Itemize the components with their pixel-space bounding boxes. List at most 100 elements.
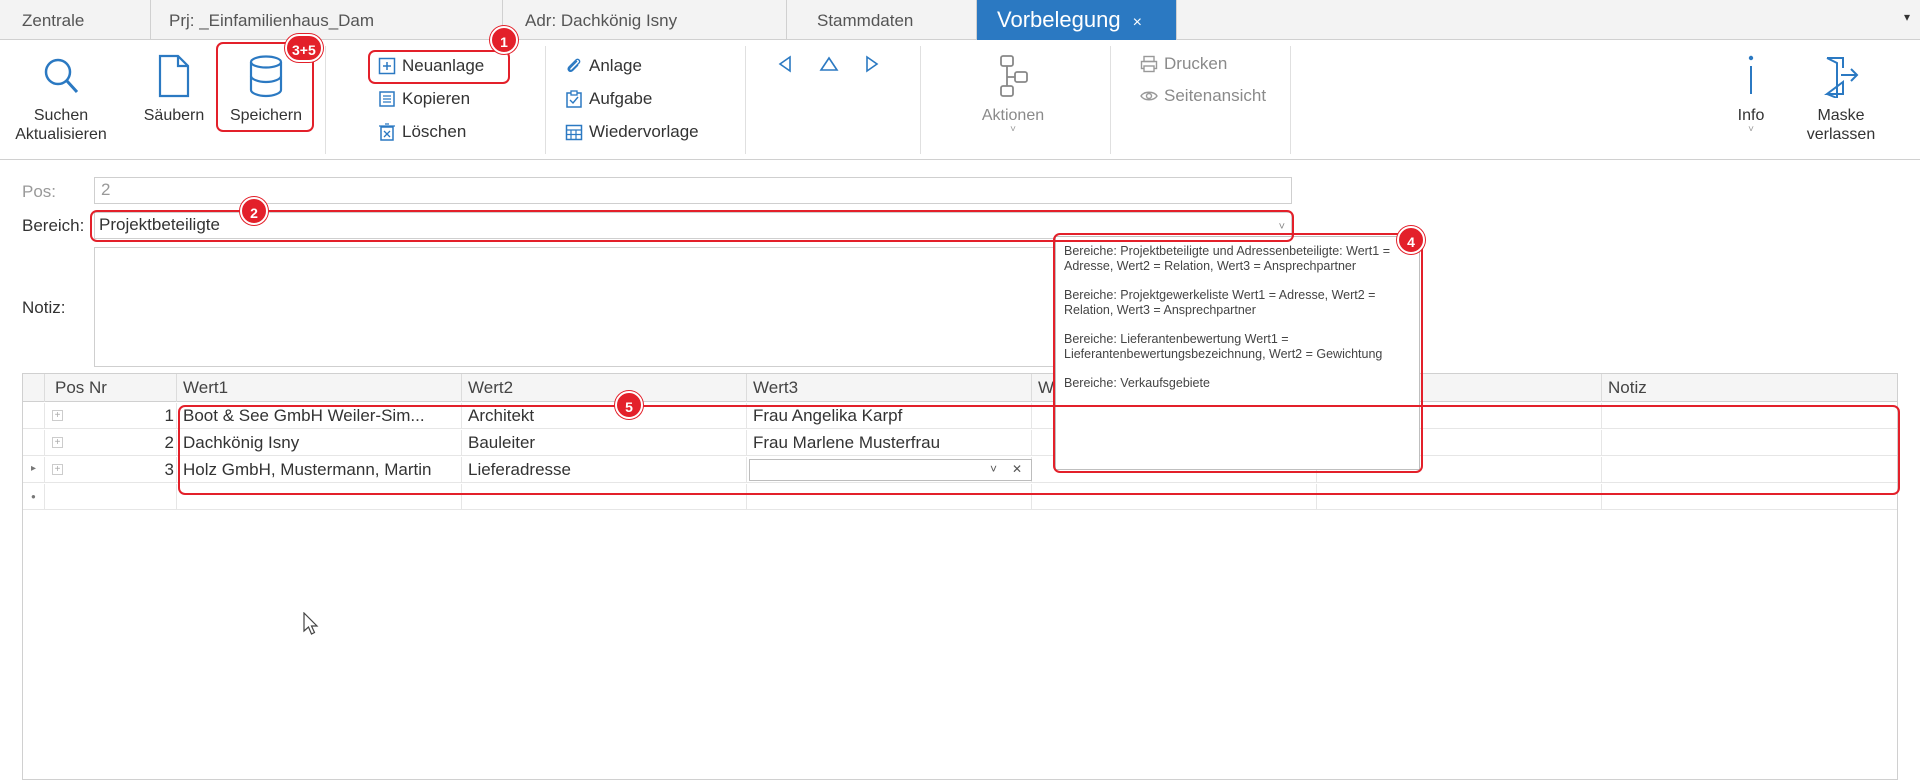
bereich-value: Projektbeteiligte xyxy=(99,215,220,234)
cell-wert3[interactable] xyxy=(747,484,1032,510)
verlassen-label: verlassen xyxy=(1806,126,1876,143)
cell-notiz[interactable] xyxy=(1602,457,1899,483)
close-icon[interactable]: × xyxy=(1133,14,1142,31)
tab-projekt[interactable]: Prj: _Einfamilienhaus_Dam xyxy=(151,0,503,40)
column-header-wert2[interactable]: Wert2 xyxy=(462,374,747,402)
row-indicator xyxy=(23,403,45,429)
cell-wert3[interactable]: Frau Angelika Karpf xyxy=(747,403,1032,429)
table-row[interactable]: ▸ + 3 Holz GmbH, Mustermann, Martin Lief… xyxy=(23,457,1897,483)
aktionen-button[interactable]: Aktionen ˅ xyxy=(968,54,1058,135)
bereich-label: Bereich: xyxy=(22,216,85,235)
ribbon-separator xyxy=(325,46,326,154)
cell-wert3[interactable]: Frau Marlene Musterfrau xyxy=(747,430,1032,456)
drucken-button[interactable]: Drucken xyxy=(1140,52,1227,76)
tab-adresse[interactable]: Adr: Dachkönig Isny xyxy=(503,0,787,40)
clear-icon[interactable]: ✕ xyxy=(1012,462,1022,476)
cell-wert4[interactable] xyxy=(1032,484,1317,510)
drucken-label: Drucken xyxy=(1164,54,1228,73)
cell-wert1[interactable]: Boot & See GmbH Weiler-Sim... xyxy=(177,403,462,429)
calendar-icon xyxy=(565,124,583,141)
data-grid: Pos Nr Wert1 Wert2 Wert3 W Notiz + 1 Boo… xyxy=(22,373,1898,780)
saeubern-button[interactable]: Säubern xyxy=(138,54,210,125)
seitenansicht-button[interactable]: Seitenansicht xyxy=(1140,84,1266,108)
eye-icon xyxy=(1140,91,1158,101)
neuanlage-button[interactable]: Neuanlage xyxy=(378,54,484,78)
aktualisieren-label: Aktualisieren xyxy=(15,126,107,143)
cell-wert1[interactable]: Holz GmbH, Mustermann, Martin xyxy=(177,457,462,483)
annotation-badge-1: 1 xyxy=(490,26,518,54)
cell-notiz[interactable] xyxy=(1602,484,1899,510)
nav-up-icon[interactable] xyxy=(818,54,840,74)
cell-wert2[interactable]: Lieferadresse xyxy=(462,457,747,483)
tooltip-text: Bereiche: Projektgewerkeliste Wert1 = Ad… xyxy=(1064,288,1376,317)
suchen-button[interactable]: Suchen Aktualisieren xyxy=(12,54,110,144)
kopieren-button[interactable]: Kopieren xyxy=(378,87,470,111)
neuanlage-label: Neuanlage xyxy=(402,56,485,75)
anlage-label: Anlage xyxy=(589,56,642,75)
tab-label: Vorbelegung xyxy=(997,7,1121,32)
aufgabe-button[interactable]: Aufgabe xyxy=(565,87,652,111)
cell-wert5[interactable] xyxy=(1317,484,1602,510)
tab-stammdaten[interactable]: Stammdaten xyxy=(787,0,977,40)
table-row[interactable]: + 1 Boot & See GmbH Weiler-Sim... Archit… xyxy=(23,403,1897,429)
maske-label: Maske xyxy=(1817,107,1865,124)
chevron-down-icon[interactable]: ˅ xyxy=(990,462,997,476)
annotation-badge-4: 4 xyxy=(1397,226,1425,254)
annotation-badge-5: 5 xyxy=(615,391,643,419)
loeschen-button[interactable]: Löschen xyxy=(378,120,466,144)
cell-posnr[interactable]: 3 xyxy=(45,457,177,483)
notiz-label: Notiz: xyxy=(22,298,66,317)
nav-right-icon[interactable] xyxy=(862,54,882,74)
bereich-select[interactable]: Projektbeteiligte ˅ xyxy=(94,212,1292,239)
tab-vorbelegung[interactable]: Vorbelegung × xyxy=(977,0,1177,40)
maske-verlassen-button[interactable]: Maske verlassen xyxy=(1796,54,1886,144)
column-header-wert3[interactable]: Wert3 xyxy=(747,374,1032,402)
ribbon-separator xyxy=(920,46,921,154)
anlage-button[interactable]: Anlage xyxy=(565,54,642,78)
tab-dropdown-icon[interactable]: ▾ xyxy=(1904,10,1910,24)
table-row[interactable]: + 2 Dachkönig Isny Bauleiter Frau Marlen… xyxy=(23,430,1897,456)
copy-icon xyxy=(379,91,395,107)
nav-left-icon[interactable] xyxy=(775,54,795,74)
cell-notiz[interactable] xyxy=(1602,430,1899,456)
bereich-tooltip: Bereiche: Projektbeteiligte und Adressen… xyxy=(1055,236,1420,470)
row-indicator xyxy=(23,430,45,456)
tooltip-text: Bereiche: Verkaufsgebiete xyxy=(1064,376,1210,390)
wiedervorlage-button[interactable]: Wiedervorlage xyxy=(565,120,699,144)
row-indicator xyxy=(23,457,45,483)
tab-label: Adr: Dachkönig Isny xyxy=(525,11,678,30)
aufgabe-label: Aufgabe xyxy=(589,89,653,108)
mouse-cursor-icon xyxy=(303,612,319,635)
database-icon xyxy=(249,55,283,98)
info-button[interactable]: Info ˅ xyxy=(1728,54,1774,135)
aktionen-label: Aktionen xyxy=(981,107,1045,124)
tab-zentrale[interactable]: Zentrale xyxy=(0,0,151,40)
new-row[interactable]: ● xyxy=(23,484,1897,510)
ribbon-separator xyxy=(1290,46,1291,154)
cell-wert2[interactable]: Bauleiter xyxy=(462,430,747,456)
search-icon xyxy=(44,58,79,94)
column-header-posnr[interactable]: Pos Nr xyxy=(45,374,177,402)
cell-notiz[interactable] xyxy=(1602,403,1899,429)
cell-wert2[interactable]: Architekt xyxy=(462,403,747,429)
cell-wert1[interactable]: Dachkönig Isny xyxy=(177,430,462,456)
wert3-combo-editor[interactable]: ˅ ✕ xyxy=(749,459,1032,481)
cell-posnr[interactable]: 1 xyxy=(45,403,177,429)
pos-field[interactable]: 2 xyxy=(94,177,1292,204)
cell-wert1[interactable] xyxy=(177,484,462,510)
row-indicator xyxy=(23,484,45,510)
column-header-wert1[interactable]: Wert1 xyxy=(177,374,462,402)
cell-wert2[interactable] xyxy=(462,484,747,510)
pos-label: Pos: xyxy=(22,182,57,201)
tab-bar: Zentrale Prj: _Einfamilienhaus_Dam Adr: … xyxy=(0,0,1920,40)
info-label: Info xyxy=(1737,107,1765,124)
speichern-button[interactable]: Speichern xyxy=(220,54,312,125)
cell-posnr[interactable] xyxy=(45,484,177,510)
cell-posnr[interactable]: 2 xyxy=(45,430,177,456)
ribbon-separator xyxy=(745,46,746,154)
saeubern-label: Säubern xyxy=(143,107,205,124)
dropdown-arrow-icon: ˅ xyxy=(1748,124,1754,135)
notiz-textarea[interactable] xyxy=(94,247,1056,367)
row-indicator-header xyxy=(23,374,45,402)
column-header-notiz[interactable]: Notiz xyxy=(1602,374,1899,402)
